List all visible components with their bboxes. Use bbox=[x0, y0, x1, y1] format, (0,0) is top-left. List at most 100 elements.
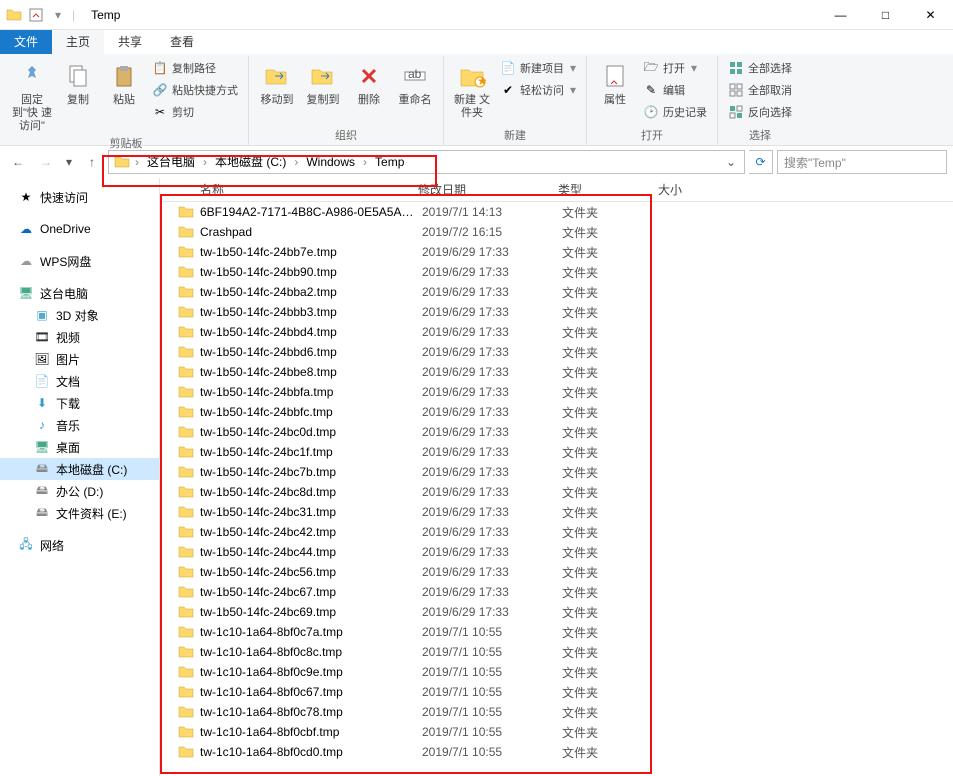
file-name: tw-1c10-1a64-8bf0c67.tmp bbox=[200, 685, 414, 699]
move-to-button[interactable]: 移动到 bbox=[255, 56, 299, 107]
open-button[interactable]: 🗁打开▾ bbox=[639, 58, 711, 78]
table-row[interactable]: tw-1b50-14fc-24bb7e.tmp2019/6/29 17:33文件… bbox=[160, 242, 953, 262]
new-folder-button[interactable]: ★ 新建 文件夹 bbox=[450, 56, 494, 120]
table-row[interactable]: 6BF194A2-7171-4B8C-A986-0E5A5AE...2019/7… bbox=[160, 202, 953, 222]
tree-quickaccess[interactable]: ★快速访问 bbox=[0, 186, 159, 208]
table-row[interactable]: tw-1c10-1a64-8bf0cbf.tmp2019/7/1 10:55文件… bbox=[160, 722, 953, 742]
qat-dropdown-icon[interactable]: ▾ bbox=[50, 7, 66, 23]
table-row[interactable]: tw-1b50-14fc-24bc31.tmp2019/6/29 17:33文件… bbox=[160, 502, 953, 522]
file-type: 文件夹 bbox=[554, 464, 654, 481]
table-row[interactable]: tw-1b50-14fc-24bc44.tmp2019/6/29 17:33文件… bbox=[160, 542, 953, 562]
recent-dropdown[interactable]: ▾ bbox=[62, 150, 76, 174]
breadcrumb-pc[interactable]: 这台电脑 bbox=[141, 151, 201, 173]
invert-selection-button[interactable]: 反向选择 bbox=[724, 102, 796, 122]
table-row[interactable]: tw-1c10-1a64-8bf0c7a.tmp2019/7/1 10:55文件… bbox=[160, 622, 953, 642]
table-row[interactable]: tw-1b50-14fc-24bbfa.tmp2019/6/29 17:33文件… bbox=[160, 382, 953, 402]
paste-button[interactable]: 粘贴 bbox=[102, 56, 146, 107]
table-row[interactable]: tw-1b50-14fc-24bc69.tmp2019/6/29 17:33文件… bbox=[160, 602, 953, 622]
col-name[interactable]: 名称 bbox=[160, 181, 410, 198]
col-size[interactable]: 大小 bbox=[650, 181, 730, 198]
breadcrumb-temp[interactable]: Temp bbox=[369, 151, 410, 173]
copy-button[interactable]: 复制 bbox=[56, 56, 100, 107]
address-dropdown[interactable]: ⌄ bbox=[720, 155, 742, 169]
chevron-right-icon[interactable]: › bbox=[363, 155, 367, 169]
breadcrumb-cdrive[interactable]: 本地磁盘 (C:) bbox=[209, 151, 292, 173]
table-row[interactable]: tw-1b50-14fc-24bbe8.tmp2019/6/29 17:33文件… bbox=[160, 362, 953, 382]
folder-icon bbox=[178, 224, 194, 240]
table-row[interactable]: tw-1c10-1a64-8bf0cd0.tmp2019/7/1 10:55文件… bbox=[160, 742, 953, 762]
edit-button[interactable]: ✎编辑 bbox=[639, 80, 711, 100]
tree-thispc[interactable]: 🖥这台电脑 bbox=[0, 282, 159, 304]
tree-cdrive[interactable]: 🖴本地磁盘 (C:) bbox=[0, 458, 159, 480]
refresh-button[interactable]: ⟳ bbox=[749, 150, 773, 174]
file-date: 2019/6/29 17:33 bbox=[414, 325, 554, 339]
table-row[interactable]: tw-1b50-14fc-24bc7b.tmp2019/6/29 17:33文件… bbox=[160, 462, 953, 482]
table-row[interactable]: tw-1b50-14fc-24bc0d.tmp2019/6/29 17:33文件… bbox=[160, 422, 953, 442]
history-button[interactable]: 🕑历史记录 bbox=[639, 102, 711, 122]
window-title: Temp bbox=[91, 8, 120, 22]
table-row[interactable]: tw-1b50-14fc-24bbd4.tmp2019/6/29 17:33文件… bbox=[160, 322, 953, 342]
tree-3dobjects[interactable]: ▣3D 对象 bbox=[0, 304, 159, 326]
table-row[interactable]: tw-1c10-1a64-8bf0c9e.tmp2019/7/1 10:55文件… bbox=[160, 662, 953, 682]
table-row[interactable]: tw-1c10-1a64-8bf0c8c.tmp2019/7/1 10:55文件… bbox=[160, 642, 953, 662]
qat-properties-icon[interactable] bbox=[28, 7, 44, 23]
tab-home[interactable]: 主页 bbox=[52, 30, 104, 54]
tree-network[interactable]: 🖧网络 bbox=[0, 534, 159, 556]
table-row[interactable]: tw-1b50-14fc-24bc1f.tmp2019/6/29 17:33文件… bbox=[160, 442, 953, 462]
tree-edrive[interactable]: 🖴文件资料 (E:) bbox=[0, 502, 159, 524]
table-row[interactable]: tw-1b50-14fc-24bc42.tmp2019/6/29 17:33文件… bbox=[160, 522, 953, 542]
file-list-pane: 名称 修改日期 类型 大小 6BF194A2-7171-4B8C-A986-0E… bbox=[160, 178, 953, 776]
tree-wps[interactable]: ☁WPS网盘 bbox=[0, 250, 159, 272]
tree-videos[interactable]: 🎞视频 bbox=[0, 326, 159, 348]
back-button[interactable]: ← bbox=[6, 150, 30, 174]
table-row[interactable]: tw-1b50-14fc-24bbfc.tmp2019/6/29 17:33文件… bbox=[160, 402, 953, 422]
tree-pictures[interactable]: 🖼图片 bbox=[0, 348, 159, 370]
tree-onedrive[interactable]: ☁OneDrive bbox=[0, 218, 159, 240]
copy-to-button[interactable]: 复制到 bbox=[301, 56, 345, 107]
address-field[interactable]: › 这台电脑 › 本地磁盘 (C:) › Windows › Temp ⌄ bbox=[108, 150, 745, 174]
table-row[interactable]: tw-1b50-14fc-24bbd6.tmp2019/6/29 17:33文件… bbox=[160, 342, 953, 362]
cut-button[interactable]: ✂剪切 bbox=[148, 102, 242, 122]
table-row[interactable]: tw-1b50-14fc-24bbb3.tmp2019/6/29 17:33文件… bbox=[160, 302, 953, 322]
tab-file[interactable]: 文件 bbox=[0, 30, 52, 54]
minimize-button[interactable]: — bbox=[818, 0, 863, 30]
table-row[interactable]: tw-1b50-14fc-24bb90.tmp2019/6/29 17:33文件… bbox=[160, 262, 953, 282]
table-row[interactable]: tw-1c10-1a64-8bf0c67.tmp2019/7/1 10:55文件… bbox=[160, 682, 953, 702]
copy-path-button[interactable]: 📋复制路径 bbox=[148, 58, 242, 78]
properties-button[interactable]: 属性 bbox=[593, 56, 637, 107]
pin-quickaccess-button[interactable]: 固定到"快 速访问" bbox=[10, 56, 54, 133]
tree-music[interactable]: ♪音乐 bbox=[0, 414, 159, 436]
tree-downloads[interactable]: ⬇下载 bbox=[0, 392, 159, 414]
breadcrumb-windows[interactable]: Windows bbox=[300, 151, 361, 173]
tree-desktop[interactable]: 🖥桌面 bbox=[0, 436, 159, 458]
tab-share[interactable]: 共享 bbox=[104, 30, 156, 54]
table-row[interactable]: tw-1b50-14fc-24bba2.tmp2019/6/29 17:33文件… bbox=[160, 282, 953, 302]
tree-ddrive[interactable]: 🖴办公 (D:) bbox=[0, 480, 159, 502]
forward-button[interactable]: → bbox=[34, 150, 58, 174]
maximize-button[interactable]: □ bbox=[863, 0, 908, 30]
up-button[interactable]: ↑ bbox=[80, 150, 104, 174]
chevron-right-icon[interactable]: › bbox=[203, 155, 207, 169]
new-item-button[interactable]: 📄新建项目▾ bbox=[496, 58, 580, 78]
table-row[interactable]: tw-1b50-14fc-24bc56.tmp2019/6/29 17:33文件… bbox=[160, 562, 953, 582]
table-row[interactable]: tw-1c10-1a64-8bf0c78.tmp2019/7/1 10:55文件… bbox=[160, 702, 953, 722]
col-type[interactable]: 类型 bbox=[550, 181, 650, 198]
paste-shortcut-button[interactable]: 🔗粘贴快捷方式 bbox=[148, 80, 242, 100]
table-row[interactable]: tw-1b50-14fc-24bc8d.tmp2019/6/29 17:33文件… bbox=[160, 482, 953, 502]
table-row[interactable]: tw-1b50-14fc-24bc67.tmp2019/6/29 17:33文件… bbox=[160, 582, 953, 602]
delete-button[interactable]: 删除 bbox=[347, 56, 391, 107]
file-name: tw-1b50-14fc-24bc0d.tmp bbox=[200, 425, 414, 439]
file-type: 文件夹 bbox=[554, 364, 654, 381]
tree-documents[interactable]: 📄文档 bbox=[0, 370, 159, 392]
search-input[interactable]: 搜索"Temp" bbox=[777, 150, 947, 174]
col-date[interactable]: 修改日期 bbox=[410, 181, 550, 198]
chevron-right-icon[interactable]: › bbox=[135, 155, 139, 169]
rename-button[interactable]: ab 重命名 bbox=[393, 56, 437, 107]
select-none-button[interactable]: 全部取消 bbox=[724, 80, 796, 100]
easy-access-button[interactable]: ✔轻松访问▾ bbox=[496, 80, 580, 100]
tab-view[interactable]: 查看 bbox=[156, 30, 208, 54]
table-row[interactable]: Crashpad2019/7/2 16:15文件夹 bbox=[160, 222, 953, 242]
close-button[interactable]: ✕ bbox=[908, 0, 953, 30]
select-all-button[interactable]: 全部选择 bbox=[724, 58, 796, 78]
chevron-right-icon[interactable]: › bbox=[294, 155, 298, 169]
